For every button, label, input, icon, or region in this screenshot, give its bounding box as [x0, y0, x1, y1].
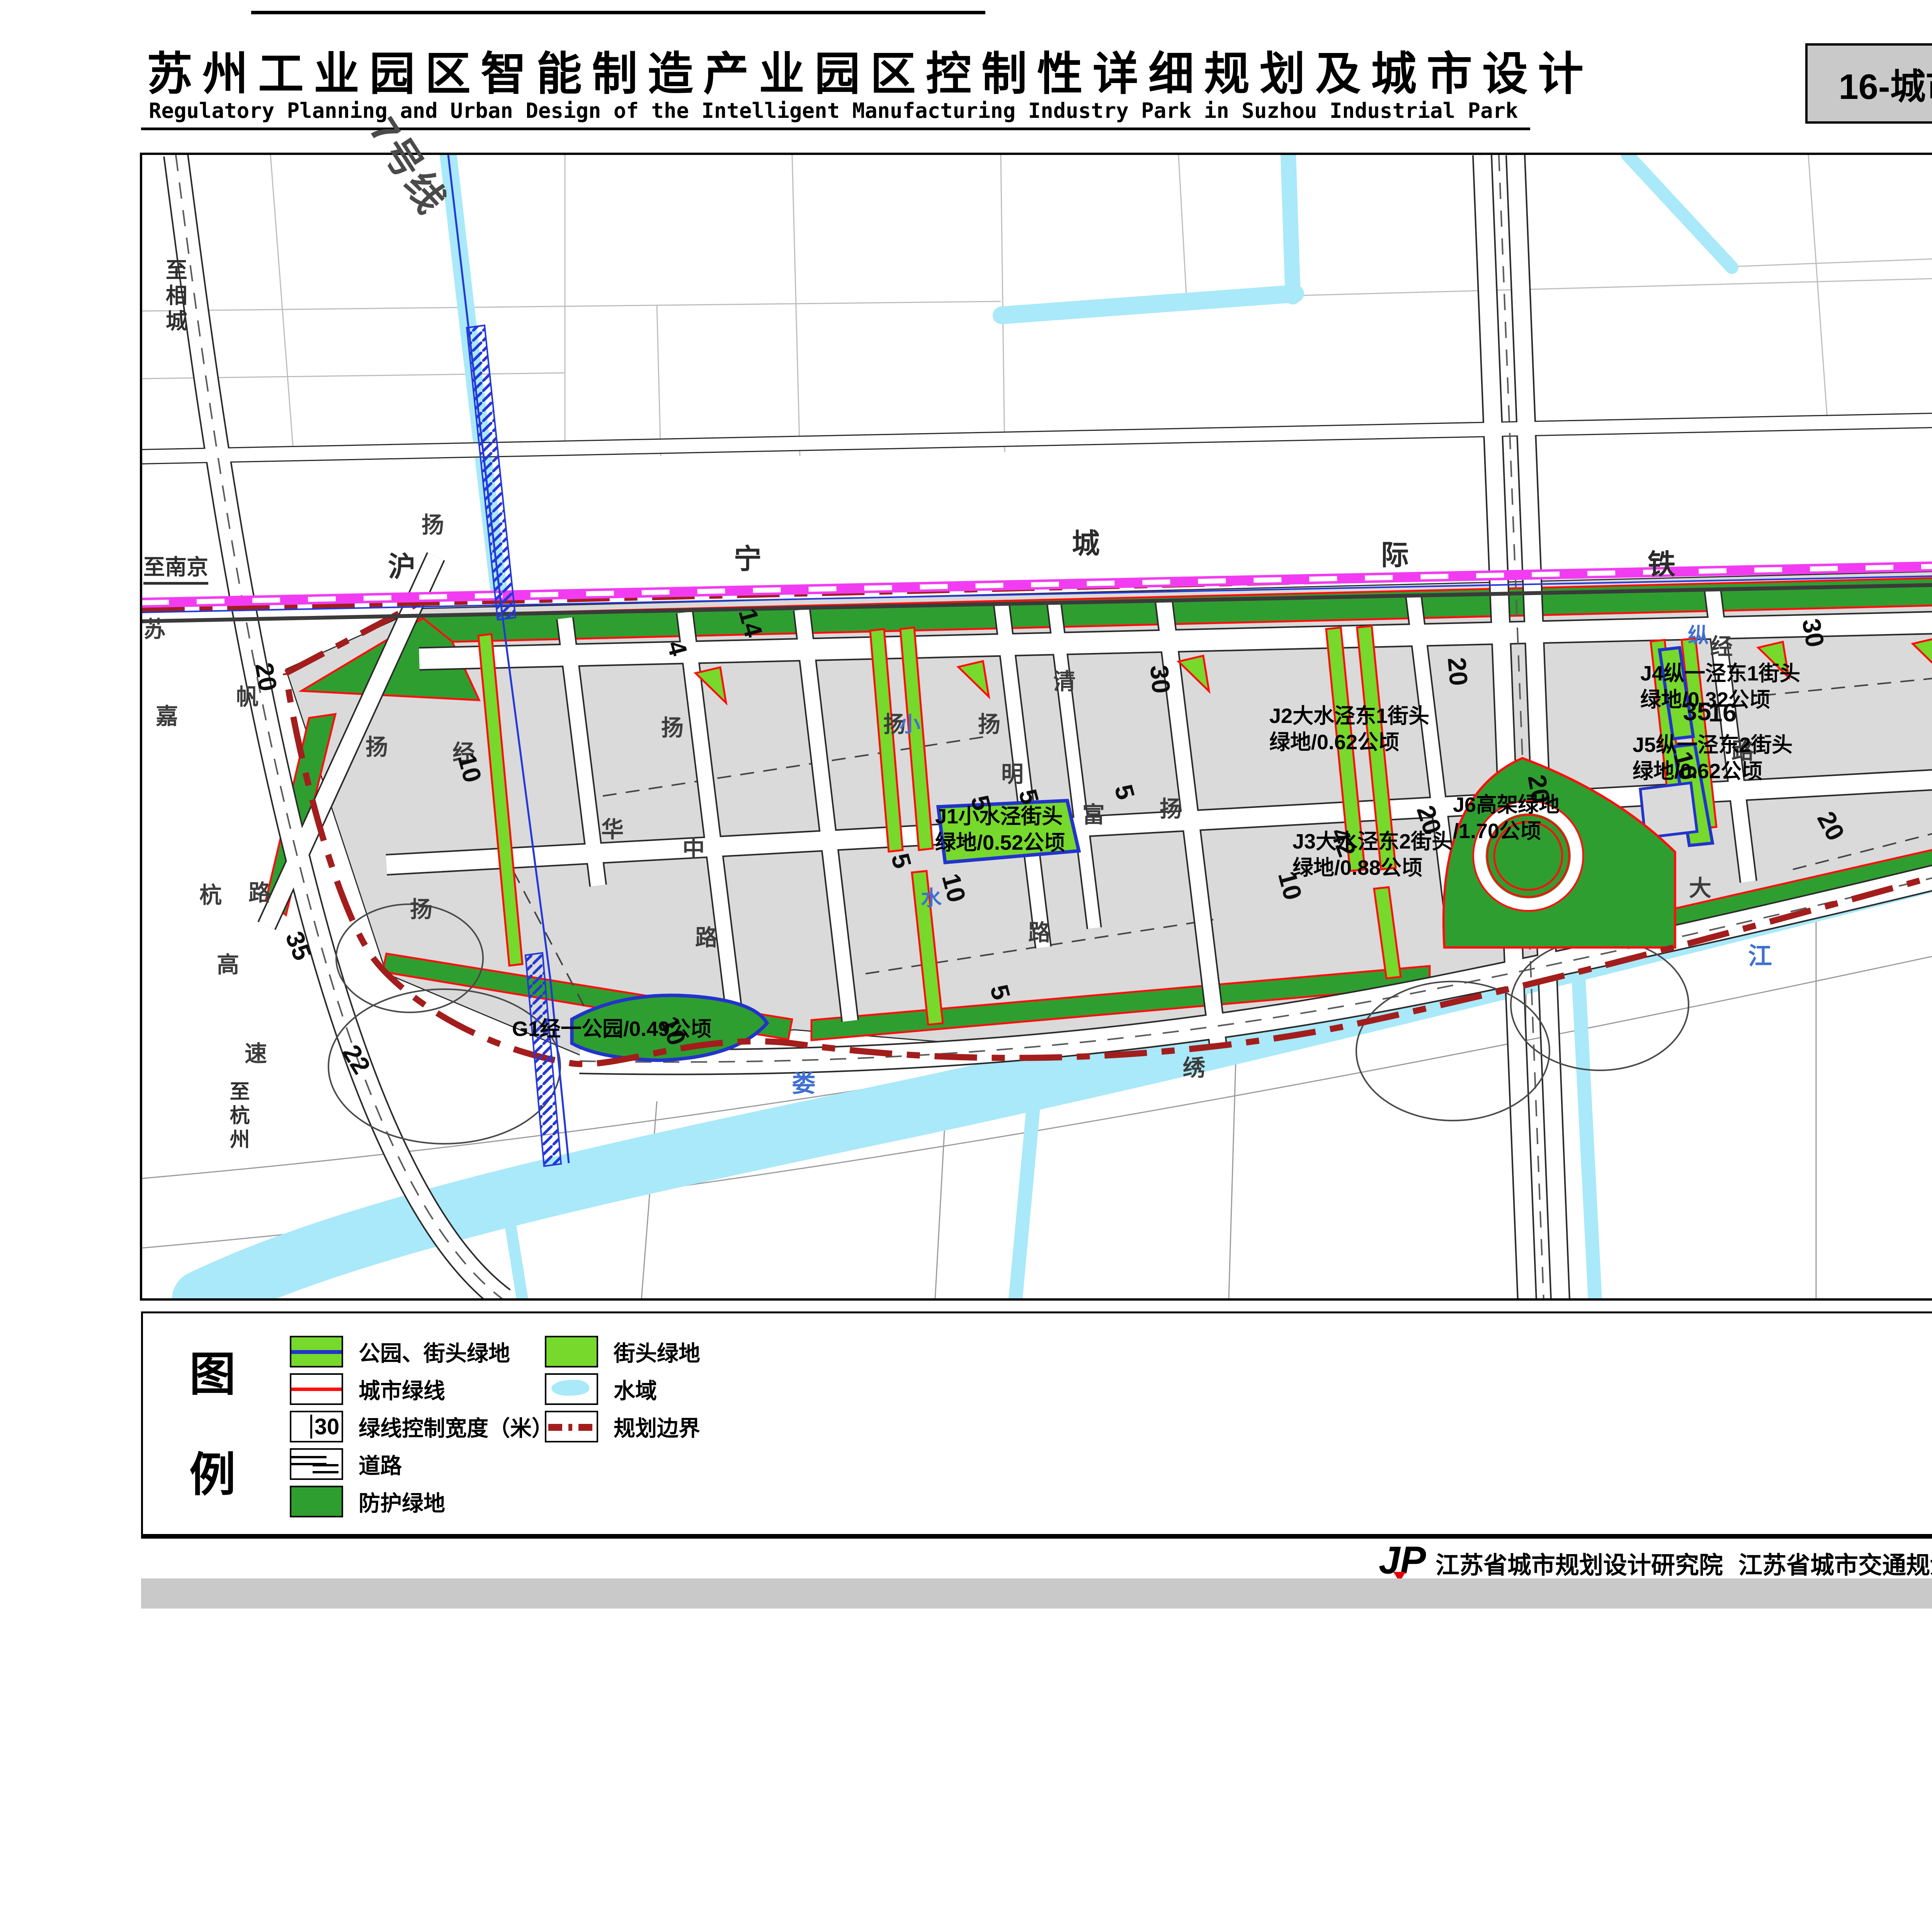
- legend-label: 规划边界: [614, 1411, 700, 1442]
- legend-swatch-street: [545, 1336, 598, 1367]
- legend-column-right: 街头绿地水域规划边界: [143, 1313, 1932, 1537]
- legend-label: 街头绿地: [614, 1336, 700, 1367]
- legend-panel: 图 例 公园、街头绿地城市绿线绿线控制宽度（米）道路防护绿地 街头绿地水域规划边…: [141, 1311, 1932, 1539]
- attribution: 江苏省城市规划设计研究院江苏省城市交通规划研究中心: [1435, 1546, 1932, 1580]
- legend-swatch-boundary: [545, 1411, 598, 1442]
- org-1: 江苏省城市规划设计研究院: [1435, 1552, 1723, 1579]
- legend-item: 水域: [545, 1373, 657, 1405]
- org-2: 江苏省城市交通规划研究中心: [1738, 1552, 1932, 1579]
- footer-rule: [141, 1534, 1932, 1537]
- legend-swatch-water: [545, 1373, 598, 1405]
- legend-label: 水域: [614, 1374, 657, 1405]
- legend-item: 街头绿地: [545, 1336, 700, 1367]
- institute-logo: JP: [1379, 1541, 1426, 1580]
- legend-item: 规划边界: [545, 1411, 700, 1442]
- footer-gray-bar: [141, 1578, 1932, 1609]
